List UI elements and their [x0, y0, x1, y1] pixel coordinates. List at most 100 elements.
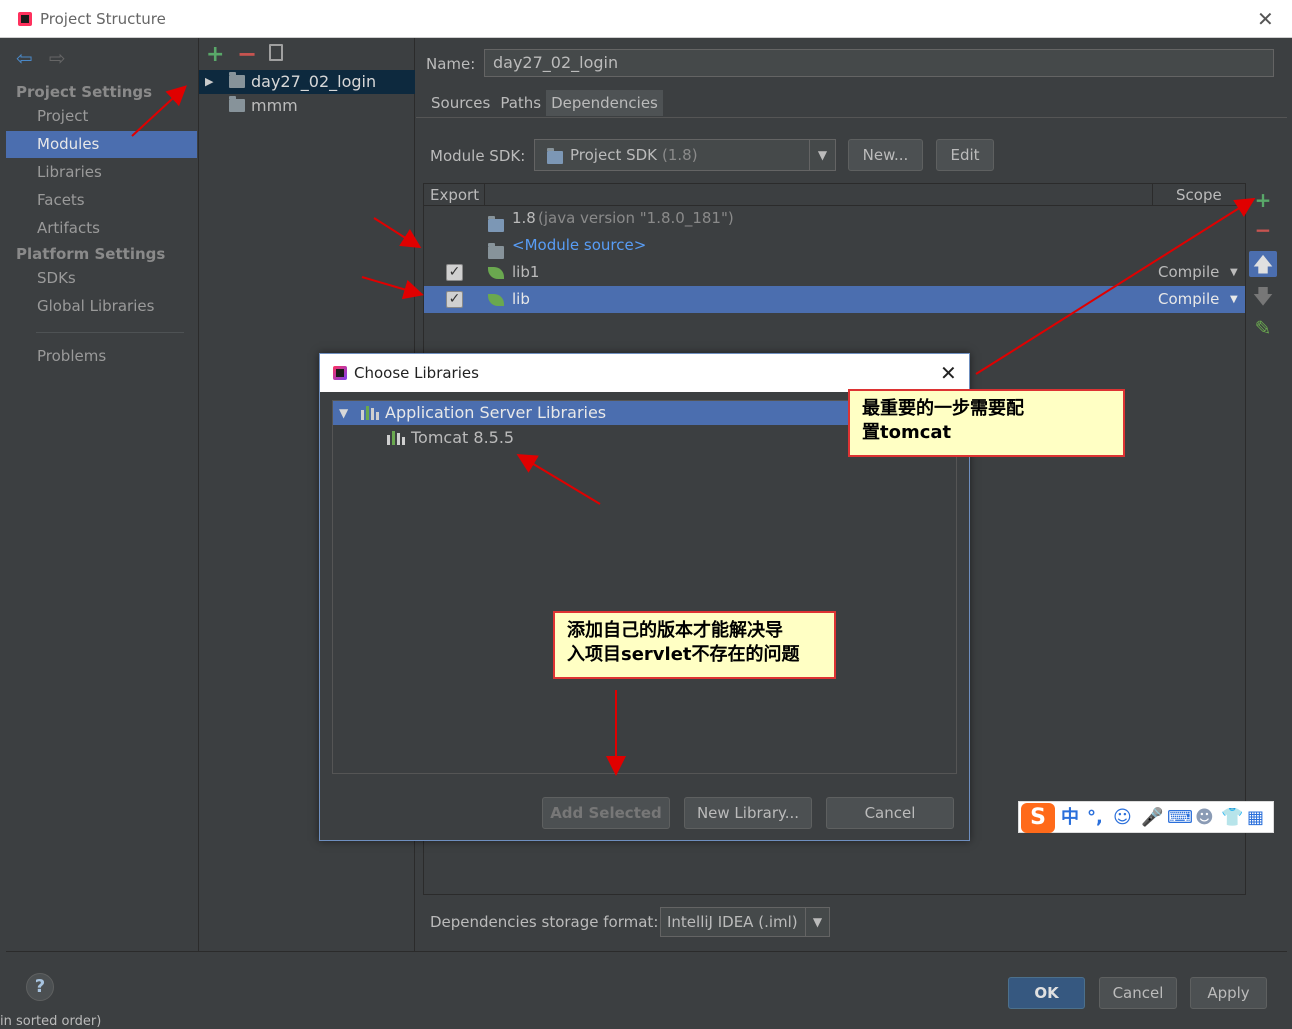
ok-button[interactable]: OK	[1008, 977, 1085, 1009]
grid-menu-icon[interactable]: ▦	[1247, 807, 1264, 829]
sogou-logo-icon[interactable]: S	[1021, 803, 1055, 833]
new-library-button[interactable]: New Library...	[684, 797, 812, 829]
chevron-down-icon[interactable]: ▼	[1230, 259, 1238, 286]
nav-item-project[interactable]: Project	[6, 103, 197, 130]
ime-mode-icon[interactable]: 中	[1061, 807, 1079, 829]
tab-sources[interactable]: Sources	[426, 90, 495, 116]
table-row[interactable]: 1.8 (java version "1.8.0_181")	[424, 205, 1245, 232]
new-sdk-button[interactable]: New...	[848, 139, 923, 171]
annotation-callout-middle: 添加自己的版本才能解决导 入项目servlet不存在的问题	[553, 611, 836, 679]
library-bars-icon	[387, 431, 405, 445]
table-row[interactable]: <Module source>	[424, 232, 1245, 259]
expand-arrow-icon[interactable]: ▶	[205, 70, 213, 94]
collapse-arrow-icon[interactable]: ▼	[339, 401, 348, 425]
storage-format-label: Dependencies storage format:	[430, 913, 659, 931]
annotation-callout-top: 最重要的一步需要配 置tomcat	[848, 389, 1125, 457]
export-checkbox[interactable]: ✓	[446, 291, 463, 308]
jdk-folder-icon	[488, 216, 504, 232]
apply-button[interactable]: Apply	[1190, 977, 1267, 1009]
remove-dependency-icon[interactable]: −	[1249, 217, 1277, 243]
nav-item-libraries[interactable]: Libraries	[6, 159, 197, 186]
callout-line: 添加自己的版本才能解决导	[567, 620, 783, 641]
module-source-folder-icon	[488, 243, 504, 259]
tree-item-label: Tomcat 8.5.5	[411, 428, 515, 447]
storage-format-value: IntelliJ IDEA (.iml)	[667, 913, 798, 931]
help-icon[interactable]: ?	[26, 973, 54, 1001]
nav-item-global-libraries[interactable]: Global Libraries	[6, 293, 197, 320]
user-icon[interactable]: ☻	[1195, 807, 1214, 829]
chevron-down-icon[interactable]: ▼	[809, 140, 835, 170]
module-name-field[interactable]: day27_02_login	[484, 49, 1274, 77]
move-up-icon[interactable]: 🡅	[1249, 251, 1277, 277]
dialog-cancel-button[interactable]: Cancel	[826, 797, 954, 829]
back-arrow-icon[interactable]: ⇦	[16, 48, 33, 68]
add-icon[interactable]: +	[206, 44, 224, 66]
library-bars-icon	[361, 406, 379, 420]
nav-item-problems[interactable]: Problems	[6, 343, 197, 370]
dependency-detail: (java version "1.8.0_181")	[538, 209, 734, 227]
nav-item-facets[interactable]: Facets	[6, 187, 197, 214]
project-settings-heading: Project Settings	[16, 83, 153, 101]
editor-tabs: Sources Paths Dependencies	[426, 90, 663, 116]
edit-sdk-button[interactable]: Edit	[936, 139, 994, 171]
close-icon[interactable]: ✕	[940, 363, 957, 383]
nav-item-modules[interactable]: Modules	[6, 131, 197, 158]
module-sdk-label: Module SDK:	[430, 147, 526, 165]
move-down-icon[interactable]: 🡇	[1249, 283, 1277, 309]
chevron-down-icon[interactable]: ▼	[805, 908, 829, 936]
table-header: Export Scope	[424, 184, 1245, 206]
window-title: Project Structure	[40, 10, 166, 28]
tree-item-day27-02-login[interactable]: ▶ day27_02_login	[199, 70, 415, 94]
edit-pencil-icon[interactable]: ✎	[1249, 315, 1277, 341]
tree-item-label: day27_02_login	[251, 72, 377, 91]
tab-paths[interactable]: Paths	[495, 90, 546, 116]
dependency-name: <Module source>	[512, 236, 647, 254]
tree-item-label: Application Server Libraries	[385, 403, 607, 422]
microphone-icon[interactable]: 🎤	[1141, 807, 1163, 829]
sdk-value: Project SDK	[570, 146, 657, 164]
intellij-app-icon	[18, 12, 32, 26]
intellij-app-icon	[333, 366, 347, 380]
table-row[interactable]: ✓ lib1 Compile ▼	[424, 259, 1245, 286]
module-folder-icon	[229, 72, 245, 88]
dependency-scope[interactable]: Compile	[1158, 259, 1219, 286]
platform-settings-heading: Platform Settings	[16, 245, 166, 263]
tree-item-mmm[interactable]: mmm	[199, 94, 415, 118]
ime-toolbar: S 中 °, ☺ 🎤 ⌨ ☻ 👕 ▦	[1018, 801, 1274, 833]
storage-format-combo[interactable]: IntelliJ IDEA (.iml) ▼	[660, 907, 830, 937]
tree-item-label: mmm	[251, 96, 298, 115]
add-dependency-icon[interactable]: +	[1249, 187, 1277, 213]
column-divider	[484, 184, 485, 206]
copy-icon[interactable]	[269, 44, 283, 61]
cancel-button[interactable]: Cancel	[1099, 977, 1177, 1009]
module-sdk-combo[interactable]: Project SDK (1.8) ▼	[534, 139, 836, 171]
sdk-folder-icon	[547, 148, 563, 164]
dialog-titlebar: Choose Libraries ✕	[320, 354, 969, 392]
export-checkbox[interactable]: ✓	[446, 264, 463, 281]
close-icon[interactable]: ✕	[1257, 9, 1274, 29]
dependency-name: lib1	[512, 263, 540, 281]
dependency-scope[interactable]: Compile	[1158, 286, 1219, 313]
nav-item-sdks[interactable]: SDKs	[6, 265, 197, 292]
tab-dependencies[interactable]: Dependencies	[546, 90, 663, 116]
scope-column-header[interactable]: Scope	[1176, 186, 1222, 204]
dialog-title: Choose Libraries	[354, 364, 479, 382]
chevron-down-icon[interactable]: ▼	[1230, 286, 1238, 313]
keyboard-icon[interactable]: ⌨	[1167, 807, 1193, 829]
module-folder-icon	[229, 96, 245, 112]
column-divider	[1152, 184, 1153, 206]
table-row[interactable]: ✓ lib Compile ▼	[424, 286, 1245, 313]
forward-arrow-icon[interactable]: ⇨	[49, 48, 66, 68]
name-label: Name:	[426, 55, 476, 73]
add-selected-button[interactable]: Add Selected	[542, 797, 670, 829]
tabs-underline	[416, 117, 1287, 118]
export-column-header[interactable]: Export	[430, 186, 479, 204]
library-leaf-icon	[488, 267, 504, 279]
skin-shirt-icon[interactable]: 👕	[1221, 807, 1243, 829]
callout-line: 最重要的一步需要配	[862, 398, 1024, 419]
emoji-icon[interactable]: ☺	[1113, 807, 1132, 829]
remove-icon[interactable]: −	[237, 42, 257, 66]
nav-item-artifacts[interactable]: Artifacts	[6, 215, 197, 242]
punctuation-icon[interactable]: °,	[1087, 807, 1103, 829]
dependency-name: lib	[512, 290, 530, 308]
